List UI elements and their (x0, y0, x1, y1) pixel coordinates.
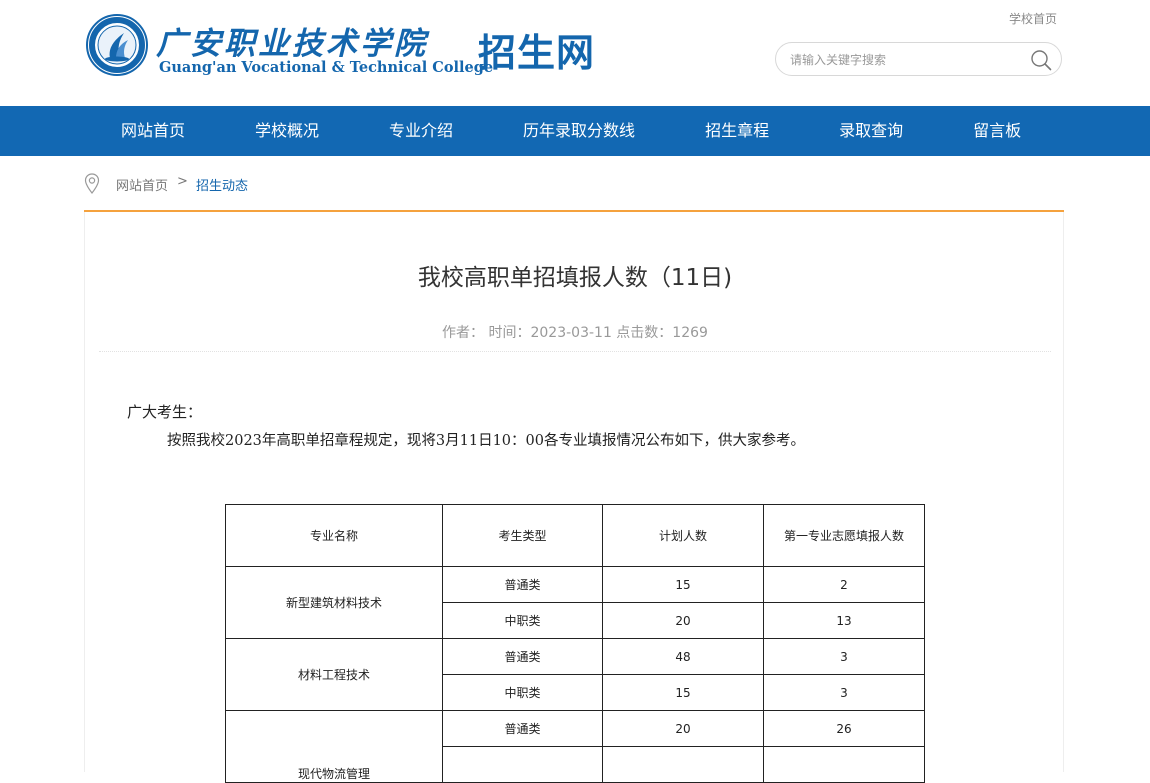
plan-count-cell: 20 (602, 710, 764, 747)
student-type-cell: 中职类 (442, 674, 603, 711)
applicant-count-cell: 3 (763, 674, 925, 711)
breadcrumb: 网站首页 > 招生动态 (84, 170, 1064, 198)
major-name-cell: 材料工程技术 (225, 638, 443, 711)
college-logo-icon[interactable] (86, 14, 148, 76)
article: 我校高职单招填报人数（11日) 作者： 时间：2023-03-11 点击数：12… (84, 212, 1064, 783)
nav-item-school-overview[interactable]: 学校概况 (220, 106, 354, 156)
enrollment-table: 专业名称 考生类型 计划人数 第一专业志愿填报人数 新型建筑材料技术 普通类 1… (225, 504, 925, 783)
college-name-en: Guang'an Vocational & Technical College (159, 59, 494, 76)
major-name-cell: 新型建筑材料技术 (225, 566, 443, 639)
article-title: 我校高职单招填报人数（11日) (417, 265, 733, 291)
search-input[interactable] (790, 50, 1020, 70)
student-type-cell: 中职类 (442, 602, 603, 639)
location-pin-icon (84, 173, 100, 194)
college-name-cn: 广安职业技术学院 (156, 26, 428, 62)
school-home-link[interactable]: 学校首页 (1009, 10, 1057, 27)
applicant-count-cell: 3 (763, 638, 925, 675)
applicant-count-cell: 13 (763, 602, 925, 639)
table-header-cell: 第一专业志愿填报人数 (763, 504, 925, 567)
nav-item-admission-query[interactable]: 录取查询 (804, 106, 938, 156)
plan-count-cell: 15 (602, 566, 764, 603)
student-type-cell (442, 746, 603, 783)
nav-item-majors[interactable]: 专业介绍 (354, 106, 488, 156)
major-name-cell: 现代物流管理 (225, 710, 443, 783)
applicant-count-cell: 26 (763, 710, 925, 747)
table-row: 现代物流管理 普通类 20 26 (225, 710, 925, 783)
table-row: 新型建筑材料技术 普通类 15 2 (225, 566, 925, 639)
student-type-cell: 普通类 (442, 638, 603, 675)
table-row: 材料工程技术 普通类 48 3 (225, 638, 925, 711)
plan-count-cell: 15 (602, 674, 764, 711)
main-nav: 网站首页 学校概况 专业介绍 历年录取分数线 招生章程 录取查询 留言板 (0, 106, 1150, 156)
site-header: 广安职业技术学院 Guang'an Vocational & Technical… (0, 0, 1150, 106)
breadcrumb-current[interactable]: 招生动态 (196, 175, 248, 194)
meta-divider (99, 351, 1051, 352)
nav-item-home[interactable]: 网站首页 (86, 106, 220, 156)
search-box (775, 42, 1062, 76)
table-header-row: 专业名称 考生类型 计划人数 第一专业志愿填报人数 (225, 504, 925, 567)
applicant-count-cell: 2 (763, 566, 925, 603)
plan-count-cell: 20 (602, 602, 764, 639)
article-greeting: 广大考生： (127, 403, 203, 421)
breadcrumb-home-link[interactable]: 网站首页 (116, 175, 168, 194)
applicant-count-cell (763, 746, 925, 783)
plan-count-cell: 48 (602, 638, 764, 675)
nav-item-message-board[interactable]: 留言板 (938, 106, 1056, 156)
site-name: 招生网 (478, 31, 596, 75)
plan-count-cell (602, 746, 764, 783)
search-icon[interactable] (1029, 48, 1053, 72)
nav-item-admission-rules[interactable]: 招生章程 (670, 106, 804, 156)
nav-item-past-scores[interactable]: 历年录取分数线 (488, 106, 670, 156)
table-header-cell: 专业名称 (225, 504, 443, 567)
student-type-cell: 普通类 (442, 566, 603, 603)
breadcrumb-separator: > (177, 174, 188, 189)
table-header-cell: 考生类型 (442, 504, 603, 567)
article-meta: 作者： 时间：2023-03-11 点击数：1269 (442, 325, 708, 341)
article-paragraph: 按照我校2023年高职单招章程规定，现将3月11日10：00各专业填报情况公布如… (167, 433, 805, 449)
table-header-cell: 计划人数 (602, 504, 764, 567)
student-type-cell: 普通类 (442, 710, 603, 747)
